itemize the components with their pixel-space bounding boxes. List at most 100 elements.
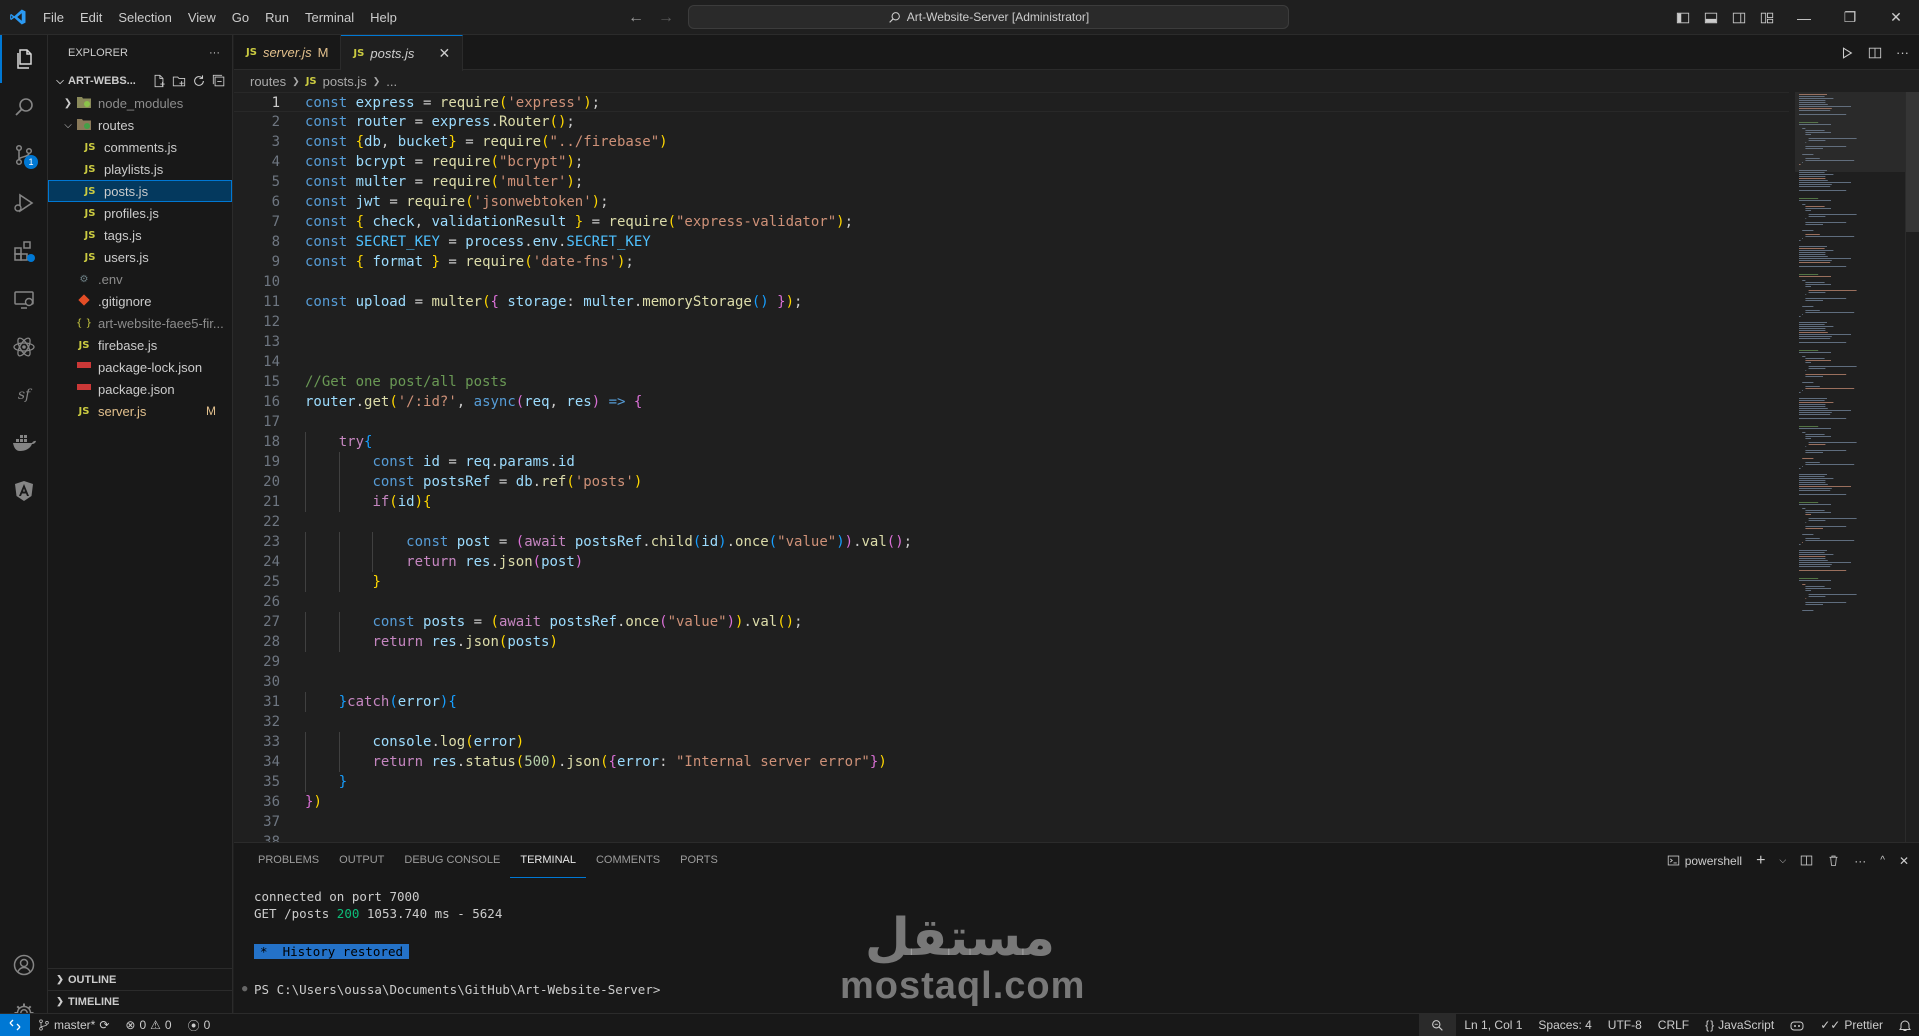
split-editor-icon[interactable]	[1868, 46, 1882, 60]
editor-scrollbar[interactable]	[1905, 92, 1919, 842]
accounts-icon[interactable]	[0, 941, 48, 989]
remote-explorer-icon[interactable]	[0, 275, 48, 323]
customize-layout-icon[interactable]	[1755, 6, 1779, 30]
symfony-icon[interactable]: sf	[0, 371, 48, 419]
code-line[interactable]: 4 const bcrypt = require("bcrypt");	[234, 152, 1789, 172]
tree-item-package-json[interactable]: package.json	[48, 378, 232, 400]
language-mode[interactable]: { } JavaScript	[1697, 1018, 1782, 1032]
tab-terminal[interactable]: TERMINAL	[510, 844, 586, 878]
code-line[interactable]: 19 const id = req.params.id	[234, 452, 1789, 472]
run-and-debug-icon[interactable]	[0, 179, 48, 227]
code-line[interactable]: 9 const { format } = require('date-fns');	[234, 252, 1789, 272]
menu-file[interactable]: File	[35, 0, 72, 35]
sync-icon[interactable]: ⟳	[99, 1018, 109, 1032]
code-line[interactable]: 20 const postsRef = db.ref('posts')	[234, 472, 1789, 492]
forward-arrow-icon[interactable]: →	[658, 9, 674, 27]
code-line[interactable]: 28 return res.json(posts)	[234, 632, 1789, 652]
command-center[interactable]: Art-Website-Server [Administrator]	[688, 5, 1289, 29]
maximize-panel-icon[interactable]: ^	[1880, 855, 1885, 866]
refresh-icon[interactable]	[192, 74, 206, 88]
notifications-bell-icon[interactable]	[1891, 1019, 1919, 1032]
branch-indicator[interactable]: master* ⟳	[30, 1018, 117, 1032]
menu-run[interactable]: Run	[257, 0, 297, 35]
tab-debug-console[interactable]: DEBUG CONSOLE	[394, 844, 510, 877]
tab-comments[interactable]: COMMENTS	[586, 844, 670, 877]
code-line[interactable]: 29	[234, 652, 1789, 672]
tab-server-js[interactable]: JS server.js M	[234, 35, 342, 70]
angular-icon[interactable]	[0, 467, 48, 515]
tree-item-node-modules[interactable]: ❯ node_modules	[48, 92, 232, 114]
react-icon[interactable]	[0, 323, 48, 371]
code-line[interactable]: 30	[234, 672, 1789, 692]
tree-item-gitignore[interactable]: .gitignore	[48, 290, 232, 312]
remote-indicator-icon[interactable]	[0, 1013, 30, 1036]
tree-item-posts-js[interactable]: JS posts.js	[48, 180, 232, 202]
restore-button[interactable]: ❐	[1827, 0, 1873, 35]
tree-item-env[interactable]: ⚙ .env	[48, 268, 232, 290]
code-line[interactable]: 33 console.log(error)	[234, 732, 1789, 752]
tree-item-playlists-js[interactable]: JS playlists.js	[48, 158, 232, 180]
scrollbar-thumb[interactable]	[1906, 92, 1919, 232]
tree-item-comments-js[interactable]: JS comments.js	[48, 136, 232, 158]
terminal-output[interactable]: connected on port 7000 GET /posts 200 10…	[242, 888, 660, 998]
code-line[interactable]: 17	[234, 412, 1789, 432]
code-line[interactable]: 24 return res.json(post)	[234, 552, 1789, 572]
code-line[interactable]: 3 const {db, bucket} = require("../fireba…	[234, 132, 1789, 152]
split-terminal-icon[interactable]	[1800, 854, 1813, 867]
tree-item-tags-js[interactable]: JS tags.js	[48, 224, 232, 246]
toggle-panel-icon[interactable]	[1699, 6, 1723, 30]
code-line[interactable]: 7 const { check, validationResult } = req…	[234, 212, 1789, 232]
code-line[interactable]: 27 const posts = (await postsRef.once("v…	[234, 612, 1789, 632]
new-terminal-icon[interactable]: +	[1756, 852, 1765, 870]
breadcrumb-symbol[interactable]: ...	[386, 74, 397, 89]
minimize-button[interactable]: —	[1781, 0, 1827, 35]
menu-go[interactable]: Go	[224, 0, 257, 35]
timeline-section[interactable]: ❯ TIMELINE	[48, 990, 233, 1012]
code-line[interactable]: 34 return res.status(500).json({error: "…	[234, 752, 1789, 772]
tree-item-users-js[interactable]: JS users.js	[48, 246, 232, 268]
cursor-position[interactable]: Ln 1, Col 1	[1456, 1018, 1530, 1032]
code-line[interactable]: 5 const multer = require('multer');	[234, 172, 1789, 192]
minimap-slider[interactable]	[1795, 92, 1905, 172]
menu-terminal[interactable]: Terminal	[297, 0, 362, 35]
docker-icon[interactable]	[0, 419, 48, 467]
code-line[interactable]: 2 const router = express.Router();	[234, 112, 1789, 132]
prettier-indicator[interactable]: ✓✓ Prettier	[1812, 1018, 1891, 1032]
tab-ports[interactable]: PORTS	[670, 844, 728, 877]
extensions-icon[interactable]	[0, 227, 48, 275]
source-control-icon[interactable]: 1	[0, 131, 48, 179]
code-line[interactable]: 35 }	[234, 772, 1789, 792]
encoding[interactable]: UTF-8	[1600, 1018, 1650, 1032]
tab-output[interactable]: OUTPUT	[329, 844, 394, 877]
code-line[interactable]: 26	[234, 592, 1789, 612]
tree-item-profiles-js[interactable]: JS profiles.js	[48, 202, 232, 224]
more-actions-icon[interactable]: ···	[1854, 854, 1866, 868]
tree-item-service-account-json[interactable]: { } art-website-faee5-fir...	[48, 312, 232, 334]
breadcrumb-folder[interactable]: routes	[250, 74, 286, 89]
code-line[interactable]: 8 const SECRET_KEY = process.env.SECRET_K…	[234, 232, 1789, 252]
tab-posts-js[interactable]: JS posts.js ✕	[341, 35, 464, 71]
new-file-icon[interactable]	[152, 74, 166, 88]
toggle-secondary-sidebar-icon[interactable]	[1727, 6, 1751, 30]
explorer-more-button[interactable]: ···	[209, 47, 220, 59]
back-arrow-icon[interactable]: ←	[628, 9, 644, 27]
terminal-shell-selector[interactable]: powershell	[1667, 854, 1742, 868]
close-tab-icon[interactable]: ✕	[438, 45, 450, 62]
code-line[interactable]: 25 }	[234, 572, 1789, 592]
code-line[interactable]: 18 try{	[234, 432, 1789, 452]
more-actions-icon[interactable]: ···	[1896, 45, 1909, 60]
menu-help[interactable]: Help	[362, 0, 405, 35]
search-icon[interactable]	[0, 83, 48, 131]
code-line[interactable]: 10	[234, 272, 1789, 292]
copilot-icon[interactable]	[1782, 1019, 1812, 1031]
chevron-down-icon[interactable]: ⌵	[1779, 855, 1786, 866]
code-line[interactable]: 14	[234, 352, 1789, 372]
problems-indicator[interactable]: ⊗ 0 ⚠ 0	[117, 1018, 179, 1032]
ports-indicator[interactable]: ⦿ 0	[180, 1017, 219, 1034]
code-line[interactable]: 23 const post = (await postsRef.child(id…	[234, 532, 1789, 552]
breadcrumb-file[interactable]: posts.js	[323, 74, 367, 89]
code-line[interactable]: 13	[234, 332, 1789, 352]
code-line[interactable]: 16 router.get('/:id?', async(req, res) =>…	[234, 392, 1789, 412]
code-line[interactable]: 31 }catch(error){	[234, 692, 1789, 712]
menu-selection[interactable]: Selection	[110, 0, 179, 35]
